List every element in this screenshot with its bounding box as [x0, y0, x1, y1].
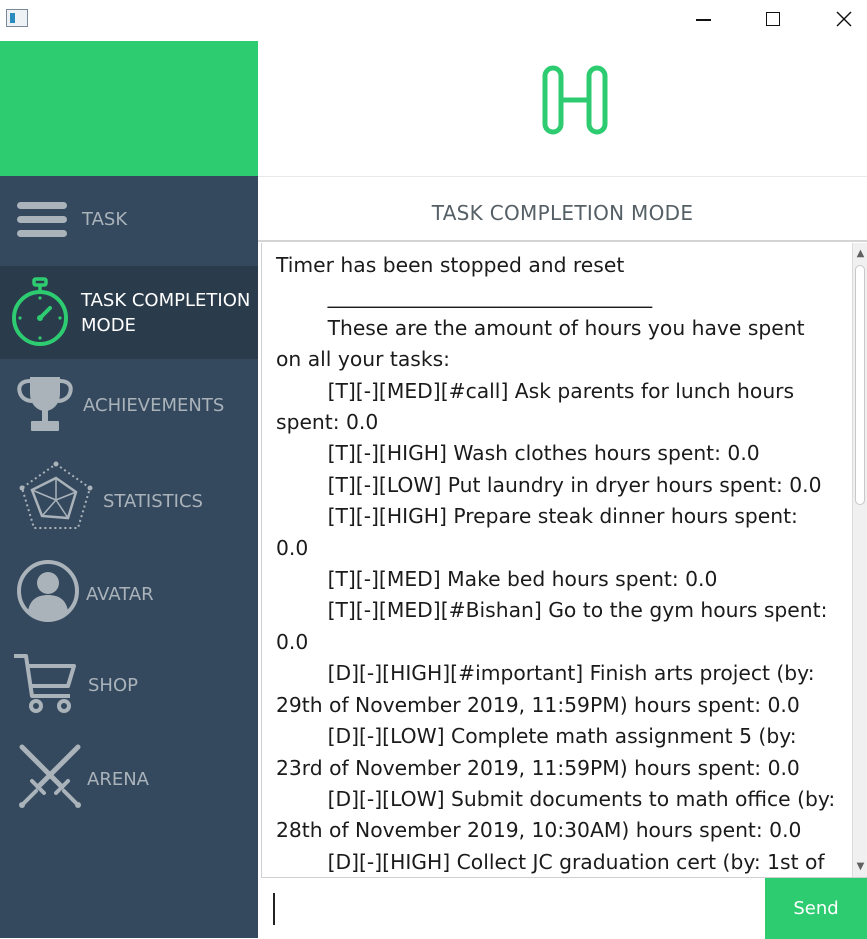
- output-line: ________________________________: [276, 284, 653, 309]
- sidebar-item-task[interactable]: TASK: [0, 176, 258, 266]
- sidebar-item-achievements[interactable]: ACHIEVEMENTS: [0, 359, 258, 449]
- output-line: [T][-][MED][#call] Ask parents for lunch…: [276, 378, 801, 435]
- sidebar-item-label: TASK COMPLETION MODE: [81, 290, 251, 336]
- trophy-icon: [17, 377, 73, 431]
- sidebar-item-label: TASK: [82, 209, 128, 230]
- sidebar-item-label: ACHIEVEMENTS: [83, 395, 225, 416]
- close-button[interactable]: [821, 0, 867, 38]
- sidebar-item-label: ARENA: [87, 769, 149, 790]
- shopping-cart-icon: [14, 654, 76, 713]
- h-logo-icon: [542, 65, 608, 135]
- sidebar-item-label: AVATAR: [86, 584, 154, 605]
- stopwatch-icon: [12, 277, 68, 346]
- output-line: [T][-][LOW] Put laundry in dryer hours s…: [276, 472, 822, 497]
- output-line: [D][-][LOW] Complete math assignment 5 (…: [276, 724, 804, 780]
- output-line: [T][-][HIGH] Wash clothes hours spent: 0…: [276, 441, 760, 466]
- output-line: Timer has been stopped and reset: [276, 253, 625, 277]
- text-caret: [273, 893, 275, 925]
- sidebar: TASK TASK COMPLETION MODE ACHIEVEMENTS S…: [0, 41, 258, 938]
- sidebar-item-shop[interactable]: SHOP: [0, 638, 258, 728]
- maximize-icon: [766, 12, 780, 26]
- minimize-icon: [696, 19, 711, 21]
- output-line: [T][-][HIGH] Prepare steak dinner hours …: [276, 504, 805, 560]
- command-bar: Send: [261, 877, 867, 939]
- command-input[interactable]: [261, 878, 765, 939]
- output-text: Timer has been stopped and reset _______…: [276, 250, 836, 877]
- app-icon: [6, 9, 28, 27]
- sidebar-item-label: STATISTICS: [103, 491, 203, 512]
- output-line: [T][-][MED][#Bishan] Go to the gym hours…: [276, 598, 834, 654]
- user-avatar-icon: [17, 560, 79, 622]
- output-line: [D][-][HIGH] Collect JC graduation cert …: [327, 849, 825, 874]
- output-line: [D][-][HIGH][#important] Finish arts pro…: [276, 661, 821, 717]
- scroll-up-arrow-icon[interactable]: ▲: [853, 243, 867, 261]
- output-line: [D][-][LOW] Submit documents to math off…: [276, 786, 842, 843]
- sidebar-item-statistics[interactable]: STATISTICS: [0, 452, 258, 542]
- scrollbar-thumb[interactable]: [855, 265, 865, 505]
- output-line: These are the amount of hours you have s…: [276, 315, 812, 372]
- crossed-swords-icon: [19, 744, 81, 808]
- output-panel[interactable]: Timer has been stopped and reset _______…: [261, 243, 852, 877]
- sidebar-item-avatar[interactable]: AVATAR: [0, 545, 258, 635]
- vertical-scrollbar[interactable]: ▲ ▼: [852, 243, 867, 877]
- output-line: [T][-][MED] Make bed hours spent: 0.0: [276, 567, 718, 592]
- sidebar-item-arena[interactable]: ARENA: [0, 731, 258, 821]
- close-icon: [836, 11, 852, 27]
- hamburger-menu-icon: [17, 202, 67, 237]
- scroll-down-arrow-icon[interactable]: ▼: [853, 859, 867, 877]
- main-header: [258, 41, 867, 177]
- title-bar: [0, 0, 867, 41]
- send-button[interactable]: Send: [765, 878, 867, 939]
- sidebar-item-task-completion-mode[interactable]: TASK COMPLETION MODE: [0, 266, 258, 359]
- page-title: TASK COMPLETION MODE: [258, 178, 867, 242]
- sidebar-header: [0, 41, 258, 176]
- maximize-button[interactable]: [750, 0, 796, 38]
- radar-chart-icon: [19, 461, 93, 529]
- minimize-button[interactable]: [680, 0, 726, 38]
- sidebar-item-label: SHOP: [88, 675, 138, 696]
